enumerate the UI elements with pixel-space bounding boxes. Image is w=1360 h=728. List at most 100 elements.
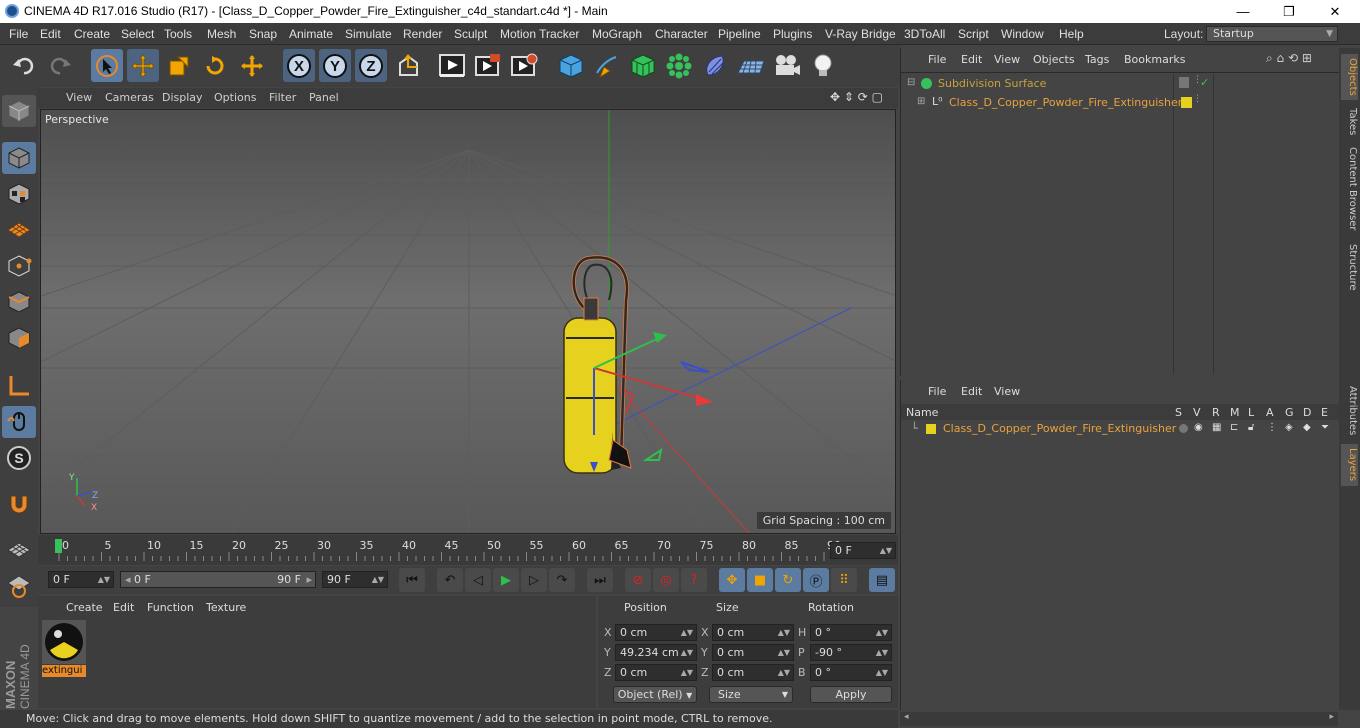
menu-sculpt[interactable]: Sculpt <box>454 27 487 41</box>
deformer-toggle-icon[interactable]: ◆ <box>1303 422 1311 433</box>
generator-icon[interactable]: ◈ <box>1285 422 1293 433</box>
tab-attributes[interactable]: Attributes <box>1341 382 1358 440</box>
menu-script[interactable]: Script <box>958 27 989 41</box>
floor-icon[interactable] <box>735 49 767 82</box>
scale-icon[interactable] <box>163 49 195 82</box>
layer-color-swatch[interactable] <box>926 424 936 434</box>
layers-menu-file[interactable]: File <box>928 385 946 398</box>
next-key-icon[interactable]: ↷ <box>549 568 575 592</box>
menu-simulate[interactable]: Simulate <box>345 27 392 41</box>
object-row-extinguisher[interactable]: ⊞ L⁰ Class_D_Copper_Powder_Fire_Extingui… <box>901 94 1339 113</box>
minimize-button[interactable]: — <box>1220 0 1266 23</box>
objects-menu-view[interactable]: View <box>994 53 1020 66</box>
menu-animate[interactable]: Animate <box>289 27 333 41</box>
layer-row[interactable]: └ Class_D_Copper_Powder_Fire_Extinguishe… <box>901 421 1339 438</box>
render-settings-icon[interactable] <box>508 49 540 82</box>
tab-takes[interactable]: Takes <box>1341 104 1358 140</box>
visible-eye-icon[interactable]: ◉ <box>1194 422 1203 433</box>
viewport-menu-options[interactable]: Options <box>214 91 256 104</box>
move-icon[interactable] <box>127 49 159 82</box>
play-icon[interactable]: ▶ <box>493 568 519 592</box>
menu-pipeline[interactable]: Pipeline <box>718 27 761 41</box>
apply-button[interactable]: Apply <box>810 686 892 703</box>
move-plus-icon[interactable] <box>236 49 268 82</box>
rotate-icon[interactable] <box>199 49 231 82</box>
rot-b-field[interactable]: 0 ° ▲▼ <box>810 664 892 681</box>
pen-icon[interactable] <box>591 49 623 82</box>
y-axis-icon[interactable]: Y <box>319 49 351 82</box>
tab-layers[interactable]: Layers <box>1341 444 1358 486</box>
camera-icon[interactable] <box>771 49 803 82</box>
expression-icon[interactable]: ⏷ <box>1321 422 1329 433</box>
cube-icon[interactable] <box>555 49 587 82</box>
menu-3dtoall[interactable]: 3DToAll <box>904 27 945 41</box>
previous-key-icon[interactable]: ↶ <box>437 568 463 592</box>
end-frame-field[interactable]: 90 F ▲▼ <box>322 571 388 588</box>
animation-icon[interactable]: ⋮ <box>1267 422 1277 433</box>
material-menu-texture[interactable]: Texture <box>206 601 246 614</box>
material-menu-function[interactable]: Function <box>147 601 194 614</box>
enabled-check-icon[interactable]: ✓ <box>1200 76 1209 89</box>
pos-y-field[interactable]: 49.234 cm ▲▼ <box>615 644 697 661</box>
mograph-cloner-icon[interactable] <box>663 49 695 82</box>
horizontal-scrollbar[interactable]: ◂ ▸ <box>900 712 1338 726</box>
manager-icon[interactable]: ⊏ <box>1230 422 1238 433</box>
layer-color-icon[interactable] <box>1181 97 1192 108</box>
objects-menu-objects[interactable]: Objects <box>1033 53 1075 66</box>
scroll-left-icon[interactable]: ◂ <box>904 712 909 722</box>
z-axis-icon[interactable]: Z <box>355 49 387 82</box>
rot-h-field[interactable]: 0 ° ▲▼ <box>810 624 892 641</box>
objects-menu-tags[interactable]: Tags <box>1085 53 1109 66</box>
keyframe-selection-icon[interactable]: ? <box>681 568 707 592</box>
current-frame-field[interactable]: 0 F ▲▼ <box>830 542 896 559</box>
lock-icon[interactable]: 🔓︎ <box>1248 422 1254 433</box>
menu-mograph[interactable]: MoGraph <box>592 27 642 41</box>
go-to-start-icon[interactable]: ⏮ <box>399 568 425 592</box>
locked-workplane-icon[interactable] <box>2 534 36 566</box>
key-scale-icon[interactable]: ■ <box>747 568 773 592</box>
polygons-mode-icon[interactable] <box>2 322 36 354</box>
autokey-icon[interactable]: ◎ <box>653 568 679 592</box>
size-x-field[interactable]: 0 cm ▲▼ <box>712 624 794 641</box>
axis-mode-icon[interactable] <box>2 370 36 402</box>
menu-snap[interactable]: Snap <box>249 27 277 41</box>
menu-tools[interactable]: Tools <box>164 27 192 41</box>
scroll-right-icon[interactable]: ▸ <box>1329 712 1334 722</box>
deformer-icon[interactable] <box>699 49 731 82</box>
menu-character[interactable]: Character <box>655 27 708 41</box>
size-mode-select[interactable]: Size ▼ <box>709 686 793 703</box>
solo-toggle[interactable] <box>1179 424 1188 433</box>
redo-icon[interactable] <box>44 49 76 82</box>
tab-objects[interactable]: Objects <box>1341 54 1358 100</box>
menu-create[interactable]: Create <box>74 27 110 41</box>
frame-range-slider[interactable]: ◂ 0 F 90 F ▸ <box>120 571 316 588</box>
next-frame-icon[interactable]: ▷ <box>521 568 547 592</box>
timeline-ruler[interactable]: 051015202530354045505560657075808590 0 F… <box>38 535 898 565</box>
collapse-icon[interactable]: ⊟ <box>907 77 915 88</box>
material-menu-edit[interactable]: Edit <box>113 601 134 614</box>
visibility-dots-icon[interactable]: ⋮ <box>1193 94 1202 104</box>
maximize-button[interactable]: ❐ <box>1266 0 1312 23</box>
rot-p-field[interactable]: -90 ° ▲▼ <box>810 644 892 661</box>
menu-help[interactable]: Help <box>1059 27 1084 41</box>
menu-motion-tracker[interactable]: Motion Tracker <box>500 27 579 41</box>
key-rotation-icon[interactable]: ↻ <box>775 568 801 592</box>
object-row-subdivision-surface[interactable]: ⊟ Subdivision Surface ⋮ ✓ <box>901 75 1339 94</box>
pos-z-field[interactable]: 0 cm ▲▼ <box>615 664 697 681</box>
menu-window[interactable]: Window <box>1001 27 1044 41</box>
light-icon[interactable] <box>807 49 839 82</box>
tweak-mode-icon[interactable] <box>2 406 36 438</box>
points-mode-icon[interactable] <box>2 250 36 282</box>
layers-menu-edit[interactable]: Edit <box>961 385 982 398</box>
render-view-icon[interactable] <box>436 49 468 82</box>
menu-render[interactable]: Render <box>403 27 442 41</box>
tab-structure[interactable]: Structure <box>1341 240 1358 294</box>
object-mode-icon[interactable] <box>2 142 36 174</box>
pos-x-field[interactable]: 0 cm ▲▼ <box>615 624 697 641</box>
menu-vray-bridge[interactable]: V-Ray Bridge <box>825 27 896 41</box>
select-pointer-icon[interactable] <box>91 49 123 82</box>
layers-menu-view[interactable]: View <box>994 385 1020 398</box>
expand-icon[interactable]: ⊞ <box>917 96 925 107</box>
texture-mode-icon[interactable] <box>2 178 36 210</box>
objects-menu-file[interactable]: File <box>928 53 946 66</box>
